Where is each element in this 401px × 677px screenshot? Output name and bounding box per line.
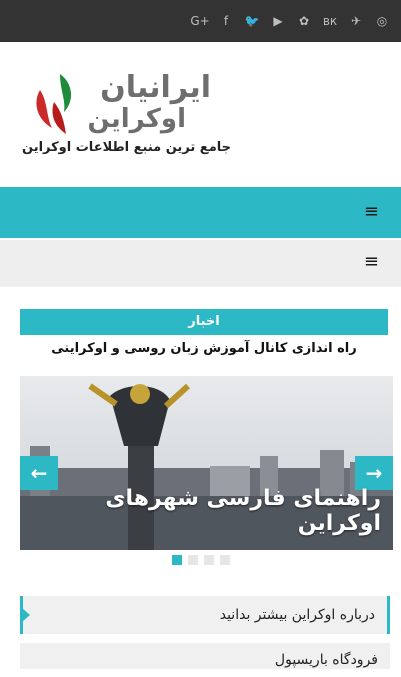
dribbble-icon[interactable]: ✿ xyxy=(291,14,317,28)
slider-dot-1[interactable] xyxy=(171,555,182,565)
image-slider[interactable]: ← → راهنمای فارسی شهرهای اوکراین xyxy=(20,376,393,550)
site-logo[interactable]: ایرانیان اوکراین جامع ترین منبع اطلاعات … xyxy=(0,60,401,160)
vk-icon[interactable]: вк xyxy=(317,14,343,28)
social-bar: G+ f 🐦 ▶ ✿ вк ✈ ◎ xyxy=(0,0,401,42)
instagram-icon[interactable]: ◎ xyxy=(369,14,395,28)
logo-leaf-icon xyxy=(36,74,72,134)
telegram-icon[interactable]: ✈ xyxy=(343,14,369,28)
twitter-icon[interactable]: 🐦 xyxy=(239,14,265,28)
slider-dot-2[interactable] xyxy=(187,555,198,565)
slide-caption: راهنمای فارسی شهرهای اوکراین xyxy=(105,486,381,536)
news-label: اخبار xyxy=(20,309,388,335)
brand-subtitle: اوکراین xyxy=(87,104,186,134)
menu-item-about-ukraine[interactable]: درباره اوکراین بیشتر بدانید xyxy=(20,596,390,634)
slider-dot-3[interactable] xyxy=(203,555,214,565)
news-headline[interactable]: راه اندازی کانال آموزش زبان روسی و اوکرا… xyxy=(20,341,388,356)
menu-icon[interactable]: ≡ xyxy=(364,201,379,222)
facebook-icon[interactable]: f xyxy=(213,14,239,28)
menu-item-boryspil-airport[interactable]: فرودگاه باریسپول xyxy=(20,643,390,669)
caret-icon xyxy=(22,608,30,622)
menu-item-label: درباره اوکراین بیشتر بدانید xyxy=(219,607,375,623)
slider-next-button[interactable]: → xyxy=(355,456,393,490)
secondary-menu-icon[interactable]: ≡ xyxy=(364,251,379,272)
slider-prev-button[interactable]: ← xyxy=(20,456,58,490)
secondary-nav: ≡ xyxy=(0,240,401,287)
site-tagline: جامع ترین منبع اطلاعات اوکراین xyxy=(22,140,231,155)
brand-title: ایرانیان xyxy=(100,70,211,105)
menu-item-label: فرودگاه باریسپول xyxy=(274,652,378,668)
main-nav: ≡ xyxy=(0,187,401,238)
google-plus-icon[interactable]: G+ xyxy=(187,14,213,28)
youtube-icon[interactable]: ▶ xyxy=(265,14,291,28)
slider-dot-4[interactable] xyxy=(219,555,230,565)
slider-dots xyxy=(0,555,401,565)
